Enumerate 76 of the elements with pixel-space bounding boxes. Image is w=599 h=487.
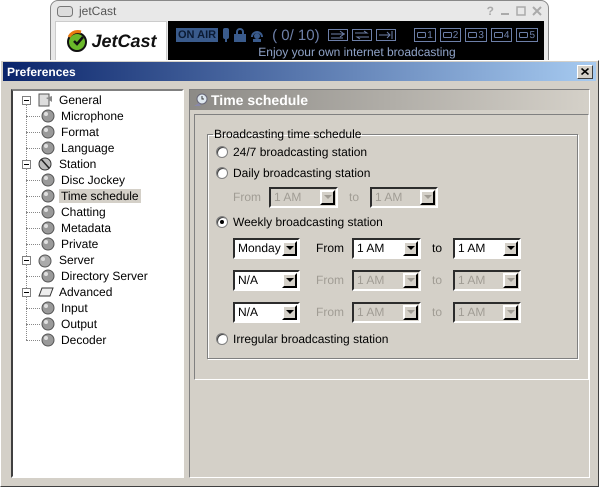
expand-toggle[interactable] (22, 96, 31, 104)
preset-button[interactable]: 3 (465, 28, 487, 42)
radio-button[interactable] (216, 166, 228, 178)
radio-button[interactable] (216, 216, 228, 228)
window-title: Preferences (7, 64, 76, 78)
ball-icon (40, 316, 56, 332)
radio-label[interactable]: Weekly broadcasting station (233, 214, 383, 228)
lock-icon (234, 28, 246, 42)
tree-item[interactable]: Time schedule (59, 189, 141, 203)
tree-item[interactable]: Output (59, 317, 100, 331)
expand-toggle[interactable] (22, 160, 31, 168)
tree-item[interactable]: Private (59, 237, 100, 251)
tree-item[interactable]: Format (59, 125, 102, 139)
dropdown[interactable]: 1 AM (352, 238, 421, 258)
dropdown[interactable]: 1 AM (453, 238, 522, 258)
logo-icon (65, 29, 90, 53)
clock-icon (193, 92, 209, 108)
radio-label[interactable]: 24/7 broadcasting station (233, 144, 368, 158)
ball-icon (40, 204, 56, 220)
ball-icon (40, 268, 56, 284)
forward-button[interactable] (328, 29, 348, 41)
tree-item[interactable]: Language (59, 141, 116, 155)
radio-label[interactable]: Daily broadcasting station (233, 166, 370, 180)
ball-icon (40, 172, 56, 188)
ball-icon (40, 188, 56, 204)
tape-icon (519, 32, 528, 38)
preset-button[interactable]: 2 (440, 28, 462, 42)
listener-count: ( 0/ 10) (272, 26, 320, 44)
tree-item[interactable]: General (57, 93, 104, 107)
tree-item[interactable]: Station (57, 157, 98, 171)
page-icon (37, 92, 54, 108)
swap-button[interactable] (352, 29, 372, 41)
tree-item[interactable]: Microphone (59, 109, 126, 123)
tape-icon (417, 32, 426, 38)
tagline: Enjoy your own internet broadcasting (257, 46, 457, 59)
window-icon (57, 6, 73, 16)
tape-icon (442, 32, 452, 38)
close-icon[interactable] (581, 68, 589, 75)
expand-toggle[interactable] (22, 288, 31, 296)
tree-item[interactable]: Input (59, 301, 90, 315)
tree-item[interactable]: Directory Server (59, 269, 150, 283)
close-button[interactable] (577, 64, 593, 78)
ball-icon (40, 220, 56, 236)
tree-item[interactable]: Chatting (59, 205, 108, 219)
tree-item[interactable]: Disc Jockey (59, 173, 128, 187)
tree-item[interactable]: Server (57, 253, 96, 267)
preset-button[interactable]: 1 (414, 28, 436, 42)
to-label: to (432, 241, 442, 255)
ball-icon (40, 236, 56, 252)
expand-toggle[interactable] (22, 256, 31, 264)
from-label: From (316, 241, 344, 255)
dropdown[interactable]: Monday (233, 238, 300, 258)
ball-icon (40, 300, 56, 316)
page-title: Time schedule (211, 92, 308, 108)
ball-icon (40, 140, 56, 156)
microphone-icon (222, 28, 230, 42)
ball-icon (40, 124, 56, 140)
logo-text: JetCast (91, 30, 157, 52)
globe-icon (37, 252, 54, 268)
preset-button[interactable]: 5 (516, 28, 538, 42)
radio-label[interactable]: Irregular broadcasting station (233, 332, 388, 346)
tree-item[interactable]: Metadata (59, 221, 114, 235)
tree-item[interactable]: Decoder (59, 333, 108, 347)
tree-item[interactable]: Advanced (57, 285, 114, 299)
preset-button[interactable]: 4 (490, 28, 512, 42)
group-label: Broadcasting time schedule (213, 127, 362, 141)
ball-icon (40, 332, 56, 348)
radio-button[interactable] (216, 332, 228, 344)
window-title: jetCast (79, 4, 116, 18)
headset-icon (250, 28, 264, 42)
ball-icon (40, 108, 56, 124)
tape-icon (468, 32, 478, 38)
skip-button[interactable] (376, 29, 396, 41)
on-air-badge: ON AIR (176, 28, 218, 42)
tape-icon (494, 32, 503, 38)
radio-button[interactable] (216, 146, 228, 158)
